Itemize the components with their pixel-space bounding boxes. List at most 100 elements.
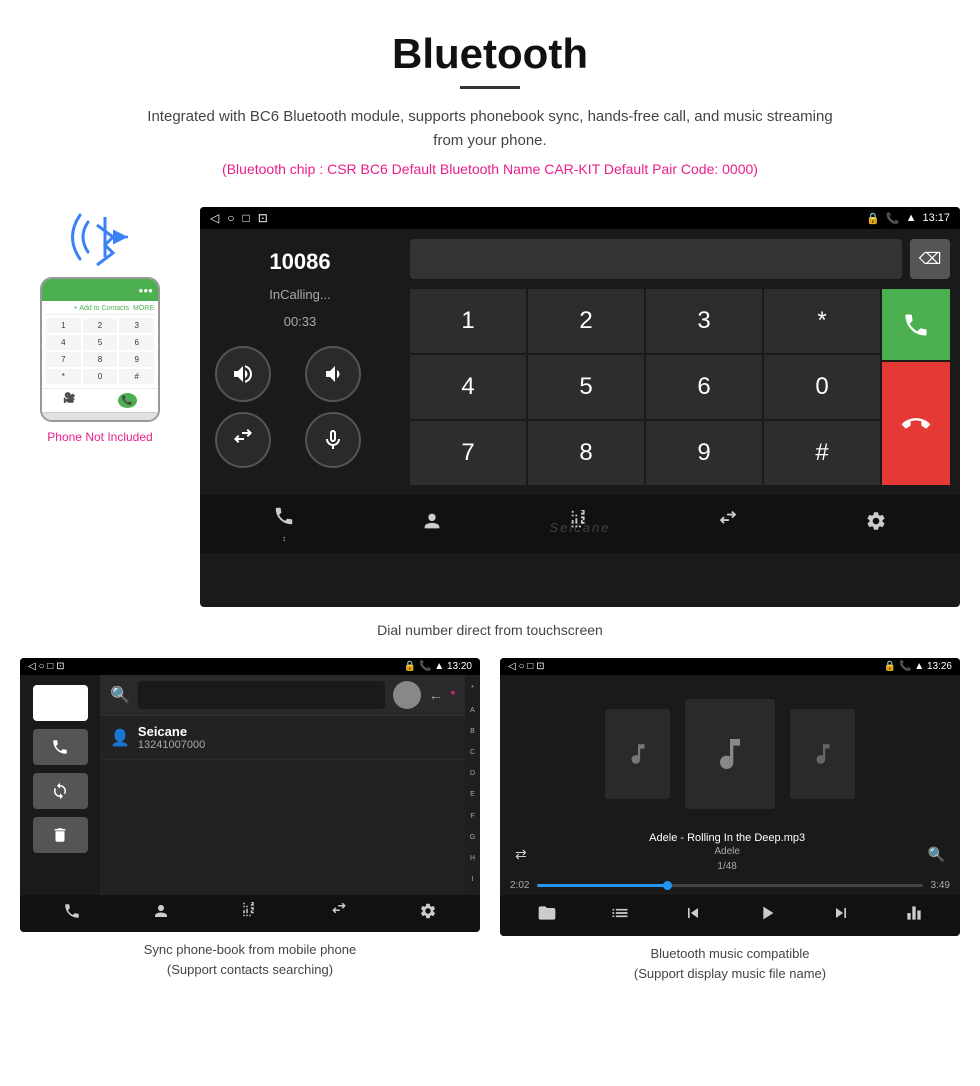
pb-sidebar-call-icon[interactable] [33, 729, 88, 765]
phone-dialpad: 1 2 3 4 5 6 7 8 9 * 0 # [46, 318, 154, 384]
pb-bottom-contacts-icon[interactable] [152, 902, 170, 925]
music-folder-icon[interactable] [537, 903, 557, 928]
music-next-icon[interactable] [831, 903, 851, 928]
phone-key-0[interactable]: 0 [83, 369, 118, 384]
transfer-button[interactable] [215, 412, 271, 468]
phone-key-2[interactable]: 2 [83, 318, 118, 333]
pb-bottom-transfer-icon[interactable] [330, 902, 348, 925]
keypad-key-2[interactable]: 2 [528, 289, 644, 353]
pb-bottom-settings-icon[interactable] [419, 902, 437, 925]
pb-sidebar [20, 675, 100, 895]
pb-sidebar-sync-icon[interactable] [33, 773, 88, 809]
volume-down-button[interactable] [305, 346, 361, 402]
dialer-controls [215, 346, 385, 468]
dial-caption: Dial number direct from touchscreen [0, 622, 980, 638]
volume-up-button[interactable] [215, 346, 271, 402]
end-call-icon [902, 410, 930, 438]
music-equalizer-icon[interactable] [904, 903, 924, 928]
music-progress-row: 2:02 3:49 [500, 880, 960, 895]
mute-button[interactable] [305, 412, 361, 468]
recents-icon[interactable]: □ [242, 211, 249, 225]
phone-key-7[interactable]: 7 [46, 352, 81, 367]
music-screenshot: ◁ ○ □ ⊡ 🔒 📞 ▲ 13:26 [500, 658, 960, 983]
main-section: ●●● + Add to Contacts MORE 1 2 3 4 5 6 7… [0, 207, 980, 607]
bluetooth-icon-wrapper [60, 207, 140, 267]
transfer-icon [231, 428, 255, 452]
volume-up-icon [231, 362, 255, 386]
pb-star-label: * [451, 689, 455, 701]
pb-voice-button[interactable] [393, 681, 421, 709]
car-screen-main: ◁ ○ □ ⊡ 🔒 📞 ▲ 13:17 10086 InCalling... 0… [200, 207, 960, 607]
keypad-key-1[interactable]: 1 [410, 289, 526, 353]
car-bottom-calls-icon[interactable]: ↕ [273, 505, 295, 543]
keypad-call-button[interactable] [882, 289, 950, 360]
pb-contact-item[interactable]: 👤 Seicane 13241007000 [100, 716, 465, 760]
wifi-icon: ▲ [906, 212, 917, 224]
car-bottom-transfer-icon[interactable] [717, 510, 739, 538]
dialer-input-box[interactable] [410, 239, 902, 279]
phonebook-caption: Sync phone-book from mobile phone(Suppor… [20, 940, 480, 979]
pb-search-bar: 🔍 ← * [100, 675, 465, 716]
phone-key-1[interactable]: 1 [46, 318, 81, 333]
music-content: ⇄ Adele - Rolling In the Deep.mp3 Adele … [500, 675, 960, 895]
car-bottom-contacts-icon[interactable] [421, 510, 443, 538]
phone-key-star[interactable]: * [46, 369, 81, 384]
music-prev-icon[interactable] [683, 903, 703, 928]
keypad-side [882, 289, 950, 485]
keypad-key-4[interactable]: 4 [410, 355, 526, 419]
keypad-end-call-button[interactable] [882, 362, 950, 485]
pb-search-icon: 🔍 [110, 685, 130, 705]
keypad-key-8[interactable]: 8 [528, 421, 644, 485]
phone-key-6[interactable]: 6 [119, 335, 154, 350]
music-play-pause-icon[interactable] [756, 902, 778, 929]
back-icon[interactable]: ◁ [210, 211, 219, 225]
music-bottom-controls [500, 895, 960, 936]
title-divider [460, 86, 520, 89]
keypad-key-5[interactable]: 5 [528, 355, 644, 419]
pb-bottom-call-icon[interactable] [63, 902, 81, 925]
pb-list-area: 🔍 ← * 👤 Seicane 132410070 [100, 675, 465, 895]
music-car-screen: ◁ ○ □ ⊡ 🔒 📞 ▲ 13:26 [500, 658, 960, 936]
phone-key-8[interactable]: 8 [83, 352, 118, 367]
music-artist: Adele [649, 846, 805, 857]
phonebook-screenshot: ◁ ○ □ ⊡ 🔒 📞 ▲ 13:20 [20, 658, 480, 983]
keypad-key-star[interactable]: * [764, 289, 880, 353]
keypad-key-9[interactable]: 9 [646, 421, 762, 485]
pb-sidebar-bt-icon[interactable] [33, 685, 88, 721]
music-progress-bar[interactable] [537, 884, 922, 887]
music-progress-dot [663, 881, 672, 890]
car-status-nav-icons: ◁ ○ □ ⊡ [210, 211, 268, 225]
phone-key-hash[interactable]: # [119, 369, 154, 384]
bottom-screenshots: ◁ ○ □ ⊡ 🔒 📞 ▲ 13:20 [0, 658, 980, 983]
pb-sidebar-delete-icon[interactable] [33, 817, 88, 853]
phone-key-9[interactable]: 9 [119, 352, 154, 367]
keypad-key-hash[interactable]: # [764, 421, 880, 485]
phone-key-4[interactable]: 4 [46, 335, 81, 350]
phone-key-3[interactable]: 3 [119, 318, 154, 333]
car-bottom-settings-icon[interactable] [865, 510, 887, 538]
music-shuffle-icon[interactable]: ⇄ [515, 846, 527, 863]
microphone-icon [321, 428, 345, 452]
phone-not-included-label: Phone Not Included [47, 430, 152, 444]
phone-key-5[interactable]: 5 [83, 335, 118, 350]
music-progress-fill [537, 884, 668, 887]
keypad-key-0[interactable]: 0 [764, 355, 880, 419]
music-search-icon[interactable]: 🔍 [928, 846, 945, 863]
pb-alphabet-strip: * A B C D E F G H I [465, 675, 480, 895]
dialer-clear-button[interactable]: ⌫ [910, 239, 950, 279]
keypad-key-7[interactable]: 7 [410, 421, 526, 485]
car-watermark: Seicane [550, 520, 611, 535]
music-playlist-icon[interactable] [610, 903, 630, 928]
page-header: Bluetooth Integrated with BC6 Bluetooth … [0, 0, 980, 207]
phone-call-icon[interactable]: 📞 [118, 393, 137, 408]
phone-bottom-bar: 🎥 📞 [42, 388, 158, 412]
pb-back-arrow[interactable]: ← [429, 687, 443, 703]
pb-search-input[interactable] [138, 681, 385, 709]
keypad-key-6[interactable]: 6 [646, 355, 762, 419]
home-icon[interactable]: ○ [227, 211, 234, 225]
pb-bottom-dialpad-icon[interactable] [241, 902, 259, 925]
screenshot-icon[interactable]: ⊡ [258, 211, 268, 225]
volume-down-icon [321, 362, 345, 386]
keypad-key-3[interactable]: 3 [646, 289, 762, 353]
phone-video-icon[interactable]: 🎥 [63, 393, 75, 408]
